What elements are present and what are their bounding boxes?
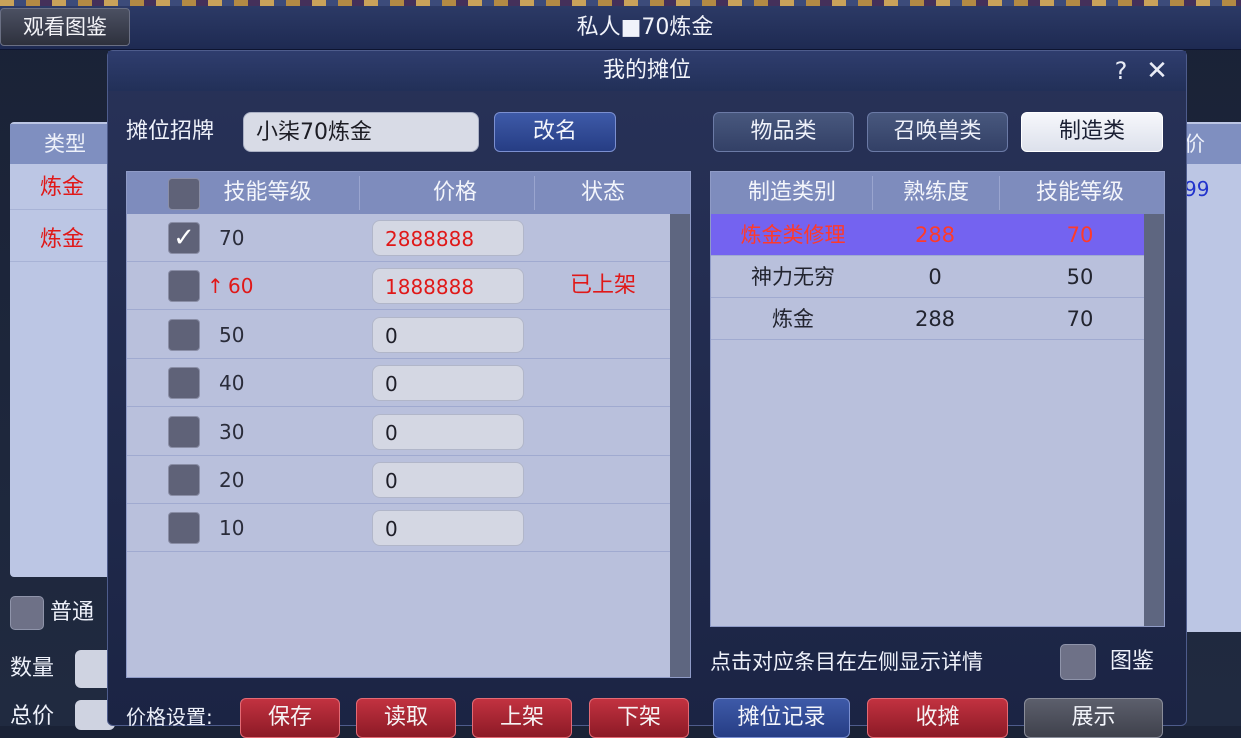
price-input[interactable]: 0 [372, 413, 524, 450]
skill-level-value: 60 [228, 274, 254, 299]
background-quantity-label: 数量 [10, 656, 55, 681]
craft-category: 炼金类修理 [740, 223, 846, 247]
skill-level-value: 20 [219, 468, 245, 492]
stall-sign-label: 摊位招牌 [126, 119, 215, 144]
craft-proficiency: 288 [914, 223, 956, 247]
status-badge: 已上架 [570, 273, 637, 299]
load-button[interactable]: 读取 [356, 698, 456, 738]
chat-title: 私人■70炼金 [576, 15, 714, 40]
price-input[interactable]: 2888888 [372, 220, 524, 256]
skill-level-value: 40 [219, 371, 245, 396]
row-checkbox[interactable]: ✓ [168, 222, 200, 254]
background-type-row[interactable]: 炼金 [10, 218, 120, 262]
list-for-sale-button[interactable]: 上架 [472, 698, 572, 738]
craft-level: 70 [1066, 307, 1094, 331]
select-all-checkbox[interactable] [168, 178, 200, 210]
checkmark-icon: ✓ [173, 223, 195, 253]
price-input[interactable]: 0 [372, 462, 524, 498]
craft-level: 50 [1066, 265, 1094, 289]
stall-sign-input[interactable]: 小柒70炼金 [243, 112, 479, 152]
header-skill-level: 技能等级 [223, 180, 312, 205]
skill-level-value: 30 [219, 419, 245, 444]
skill-table-scrollbar[interactable] [670, 214, 690, 677]
tab-items[interactable]: 物品类 [713, 112, 854, 152]
header-status: 状态 [580, 180, 625, 205]
column-divider [534, 176, 535, 210]
up-arrow-icon: ↑ [207, 274, 224, 299]
skill-level-value: 10 [219, 516, 245, 541]
price-input[interactable]: 0 [372, 316, 524, 353]
background-normal-checkbox[interactable] [10, 596, 44, 630]
stall-log-button[interactable]: 摊位记录 [713, 698, 850, 738]
close-icon[interactable]: ✕ [1142, 56, 1172, 86]
row-checkbox[interactable] [168, 270, 200, 303]
background-normal-label: 普通 [50, 600, 95, 625]
background-type-row[interactable]: 炼金 [10, 166, 120, 210]
hint-text: 点击对应条目在左侧显示详情 [710, 650, 983, 674]
price-input[interactable]: 0 [372, 510, 524, 547]
help-button[interactable]: ? [1108, 56, 1134, 86]
craft-proficiency: 0 [928, 265, 942, 289]
price-input[interactable]: 1888888 [372, 268, 524, 305]
craft-level: 70 [1066, 223, 1094, 247]
save-button[interactable]: 保存 [240, 698, 340, 738]
column-divider [359, 176, 360, 210]
craft-proficiency: 288 [914, 307, 956, 331]
craft-category: 炼金 [772, 307, 814, 331]
tab-crafting[interactable]: 制造类 [1021, 112, 1163, 152]
row-checkbox[interactable] [168, 512, 200, 545]
skill-level-value: 70 [219, 226, 245, 250]
row-checkbox[interactable] [168, 318, 200, 351]
row-checkbox[interactable] [168, 415, 200, 448]
view-atlas-button[interactable]: 观看图鉴 [0, 8, 130, 46]
header-price: 价格 [432, 180, 477, 205]
header-craft-category: 制造类别 [747, 180, 836, 205]
show-button[interactable]: 展示 [1024, 698, 1163, 738]
row-checkbox[interactable] [168, 464, 200, 496]
tab-summons[interactable]: 召唤兽类 [867, 112, 1008, 152]
background-total-label: 总价 [10, 704, 55, 729]
header-proficiency: 熟练度 [902, 180, 969, 205]
background-type-header: 类型 [10, 124, 120, 164]
price-setting-label: 价格设置: [126, 705, 213, 729]
rename-button[interactable]: 改名 [494, 112, 616, 152]
background-right-header: 价 [1180, 124, 1241, 164]
row-checkbox[interactable] [168, 367, 200, 400]
close-stall-button[interactable]: 收摊 [867, 698, 1008, 738]
background-right-value: 99 [1184, 177, 1210, 201]
dialog-title: 我的摊位 [602, 58, 691, 83]
atlas-checkbox[interactable] [1060, 644, 1096, 680]
skill-level-value: 50 [219, 322, 245, 347]
delist-button[interactable]: 下架 [589, 698, 689, 738]
atlas-label: 图鉴 [1110, 649, 1155, 674]
craft-category: 神力无穷 [751, 265, 835, 289]
header-craft-level: 技能等级 [1035, 180, 1124, 205]
price-input[interactable]: 0 [372, 365, 524, 402]
